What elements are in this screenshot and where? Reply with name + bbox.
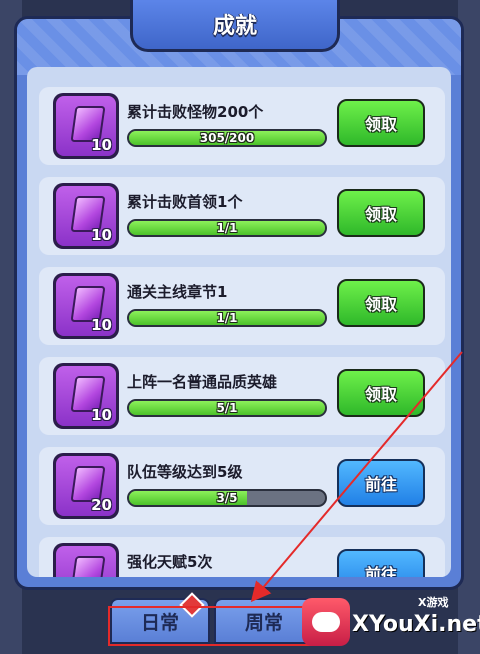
- button-label: 前往: [364, 565, 397, 577]
- tab-weekly[interactable]: 周常: [214, 598, 314, 644]
- task-row: 10 累计击败怪物200个 305/200 领取: [39, 87, 445, 165]
- task-name: 通关主线章节1: [127, 283, 228, 301]
- reward-icon: 10: [53, 93, 119, 159]
- achievement-panel: 10 累计击败怪物200个 305/200 领取 10 累计击败首领1个 1/1 领取 10 通关…: [14, 16, 464, 590]
- task-name: 队伍等级达到5级: [127, 463, 243, 481]
- button-label: 领取: [364, 115, 397, 134]
- page-title: 成就: [212, 13, 257, 39]
- progress-text: 3/5: [216, 491, 238, 505]
- task-row: 20 队伍等级达到5级 3/5 前往: [39, 447, 445, 525]
- progress-text: 5/1: [216, 401, 238, 415]
- reward-icon: 10: [53, 183, 119, 249]
- reward-count: 10: [91, 406, 112, 424]
- purple-gem-icon: [70, 556, 106, 577]
- progress-bar: 5/1: [127, 399, 327, 417]
- task-list[interactable]: 10 累计击败怪物200个 305/200 领取 10 累计击败首领1个 1/1 领取 10 通关…: [27, 67, 451, 577]
- watermark-site-text: XYouXi.net: [352, 612, 480, 637]
- tab-weekly-label: 周常: [244, 611, 283, 634]
- goto-button[interactable]: 前往: [337, 459, 425, 507]
- claim-button[interactable]: 领取: [337, 369, 425, 417]
- claim-button[interactable]: 领取: [337, 189, 425, 237]
- task-name: 累计击败首领1个: [127, 193, 243, 211]
- button-label: 前往: [364, 475, 397, 494]
- goto-button[interactable]: 前往: [337, 549, 425, 577]
- reward-count: 10: [91, 226, 112, 244]
- watermark-small-text: X游戏: [418, 596, 449, 609]
- progress-bar: 3/5: [127, 489, 327, 507]
- watermark: X游戏 XYouXi.net: [302, 594, 480, 648]
- reward-icon: 20: [53, 453, 119, 519]
- reward-count: 10: [91, 316, 112, 334]
- button-label: 领取: [364, 295, 397, 314]
- task-row: 10 通关主线章节1 1/1 领取: [39, 267, 445, 345]
- task-name: 上阵一名普通品质英雄: [127, 373, 278, 391]
- reward-icon: 10: [53, 363, 119, 429]
- button-label: 领取: [364, 385, 397, 404]
- task-row: 10 上阵一名普通品质英雄 5/1 领取: [39, 357, 445, 435]
- task-name: 强化天赋5次: [127, 553, 213, 571]
- progress-text: 1/1: [216, 221, 238, 235]
- progress-text: 1/1: [216, 311, 238, 325]
- reward-icon: 10: [53, 273, 119, 339]
- progress-bar: 1/1: [127, 219, 327, 237]
- reward-icon: [53, 543, 119, 577]
- tab-daily-label: 日常: [140, 611, 179, 634]
- gamepad-logo-icon: [302, 598, 350, 646]
- button-label: 领取: [364, 205, 397, 224]
- claim-button[interactable]: 领取: [337, 279, 425, 327]
- task-row: 强化天赋5次前往: [39, 537, 445, 577]
- task-row: 10 累计击败首领1个 1/1 领取: [39, 177, 445, 255]
- reward-count: 10: [91, 136, 112, 154]
- progress-bar: 1/1: [127, 309, 327, 327]
- title-banner: 成就: [130, 0, 340, 52]
- progress-text: 305/200: [199, 131, 255, 145]
- progress-bar: 305/200: [127, 129, 327, 147]
- claim-button[interactable]: 领取: [337, 99, 425, 147]
- reward-count: 20: [91, 496, 112, 514]
- task-name: 累计击败怪物200个: [127, 103, 264, 121]
